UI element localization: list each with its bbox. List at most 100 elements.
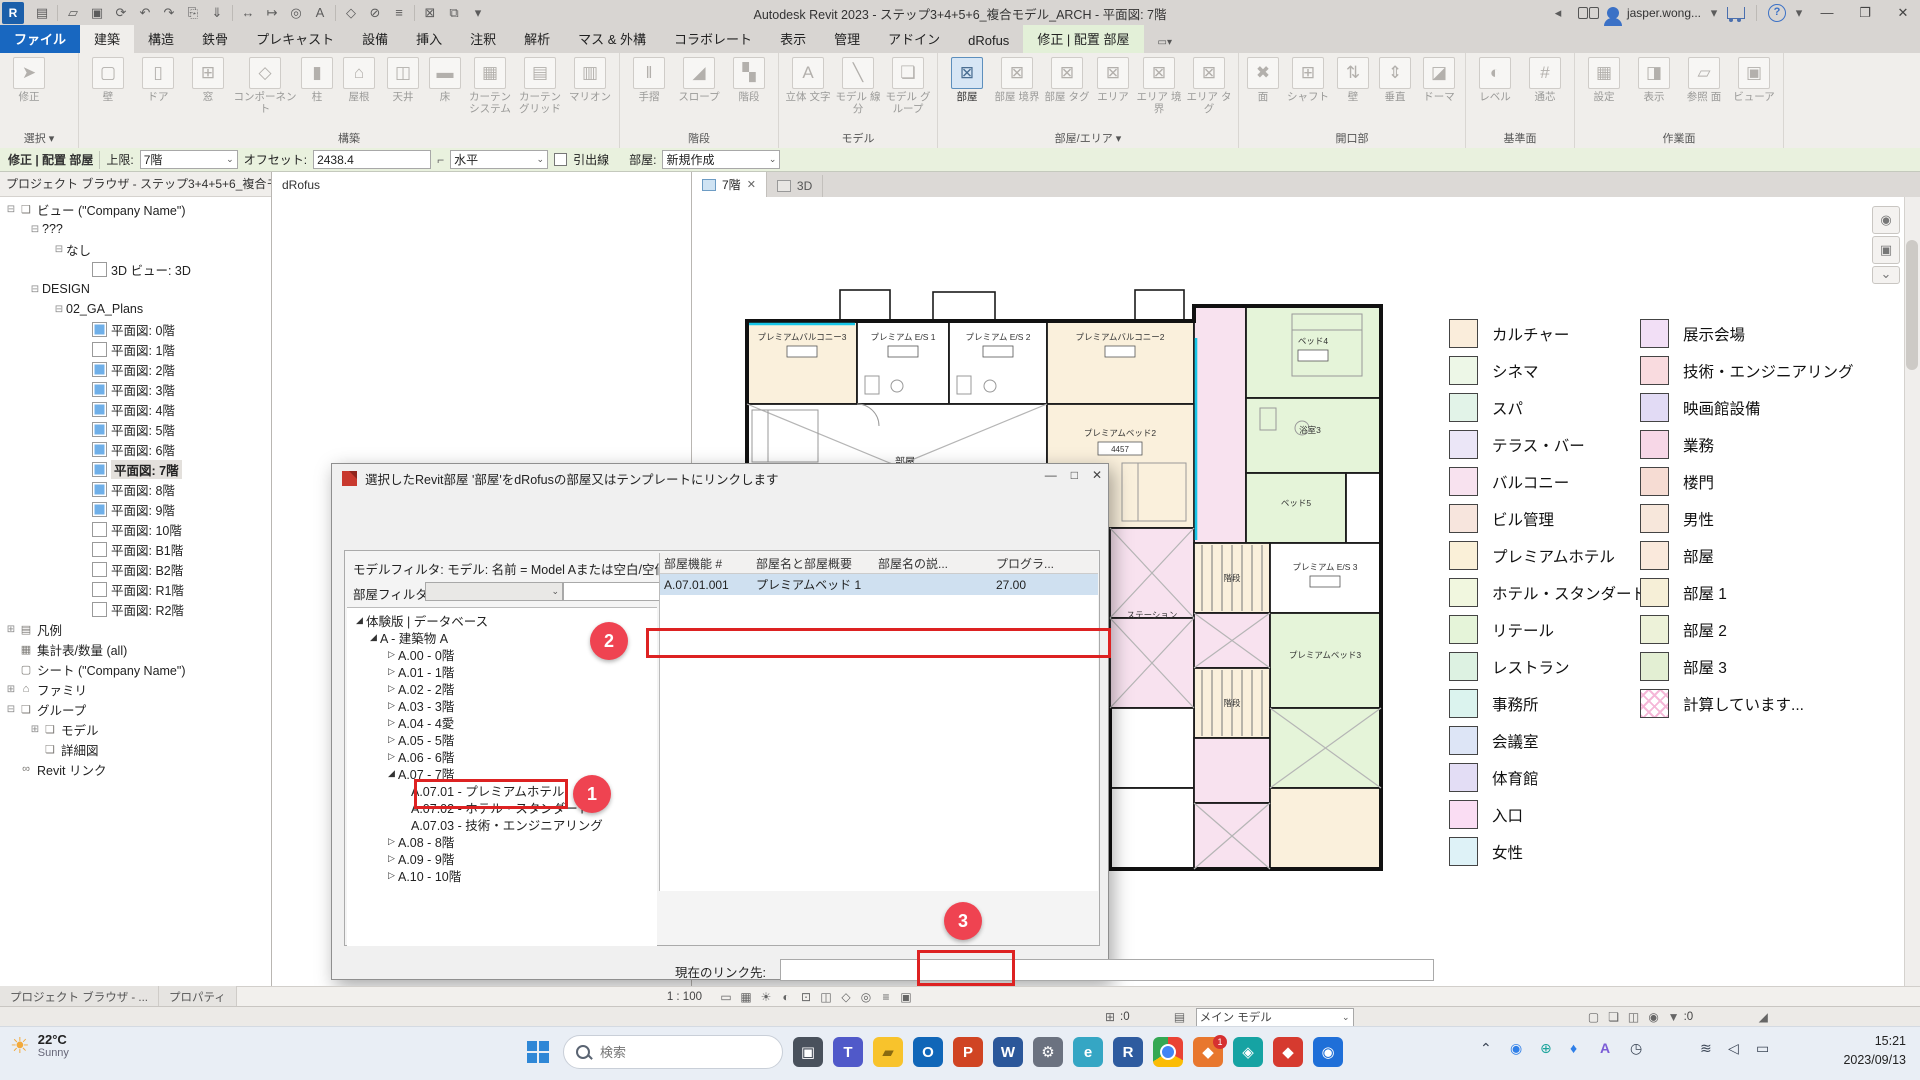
- browser-item-plan-3[interactable]: 平面図: 3階: [0, 379, 271, 399]
- model-text-button[interactable]: A立体 文字: [783, 55, 833, 130]
- help-icon[interactable]: ?: [1768, 4, 1786, 22]
- taskbar-app-icon-11[interactable]: ◈: [1233, 1037, 1263, 1067]
- save-icon[interactable]: ▣: [85, 3, 109, 23]
- browser-item-plan-b1[interactable]: 平面図: B1階: [0, 539, 271, 559]
- tab-systems[interactable]: 設備: [348, 25, 402, 53]
- expand-icon[interactable]: ⊞: [4, 624, 18, 635]
- column-button[interactable]: ▮柱: [297, 55, 337, 130]
- wall-opening-button[interactable]: ⇅壁: [1333, 55, 1373, 130]
- room-select[interactable]: 新規作成⌄: [662, 150, 780, 169]
- panel-label-select[interactable]: 選択 ▾: [4, 130, 74, 148]
- redo-icon[interactable]: ↷: [157, 3, 181, 23]
- tree-item[interactable]: ▷A.06 - 6階: [351, 748, 657, 765]
- offset-input[interactable]: 2438.4: [313, 150, 431, 169]
- taskbar-app-icon-13[interactable]: ◉: [1313, 1037, 1343, 1067]
- viewer-button[interactable]: ▣ビューア: [1729, 55, 1779, 130]
- close-hidden-windows-icon[interactable]: ⊠: [418, 3, 442, 23]
- taskbar-app-icon-chrome[interactable]: [1153, 1037, 1183, 1067]
- taskbar-search[interactable]: [563, 1035, 783, 1069]
- view-tab-3d[interactable]: 3D: [767, 175, 823, 197]
- wall-button[interactable]: ▢壁: [83, 55, 133, 130]
- model-line-button[interactable]: ╲モデル 線分: [833, 55, 883, 130]
- browser-item[interactable]: ⊟???: [0, 219, 271, 239]
- railing-button[interactable]: ‖手摺: [624, 55, 674, 130]
- expand-icon[interactable]: ⊞: [4, 684, 18, 695]
- view-scale[interactable]: 1 : 100: [667, 991, 702, 1003]
- close-view-icon[interactable]: ✕: [747, 178, 756, 191]
- taskbar-app-icon-1[interactable]: ▣: [793, 1037, 823, 1067]
- browser-item-model-groups[interactable]: ⊞❏モデル: [0, 719, 271, 739]
- tree-item[interactable]: A.07.03 - 技術・エンジニアリング: [351, 816, 657, 833]
- project-browser-header[interactable]: プロジェクト ブラウザ - ステップ3+4+5+6_複合モデ...: [0, 172, 271, 197]
- measure-icon[interactable]: ↔: [236, 3, 260, 23]
- scrollbar-thumb[interactable]: [1906, 240, 1918, 370]
- tray-microphone-icon[interactable]: ♦: [1570, 1040, 1577, 1056]
- analytical-model-icon[interactable]: ≡: [876, 990, 896, 1004]
- default-3d-view-icon[interactable]: ◇: [339, 3, 363, 23]
- browser-item-families[interactable]: ⊞⌂ファミリ: [0, 679, 271, 699]
- ramp-button[interactable]: ◢スロープ: [674, 55, 724, 130]
- stair-button[interactable]: ▚階段: [724, 55, 774, 130]
- tree-item[interactable]: ▷A.08 - 8階: [351, 833, 657, 850]
- undo-icon[interactable]: ↶: [133, 3, 157, 23]
- mullion-button[interactable]: ▥マリオン: [565, 55, 615, 130]
- tab-addins[interactable]: アドイン: [874, 25, 954, 53]
- table-row-selected[interactable]: A.07.01.001 プレミアムベッド 1 27.00: [660, 574, 1098, 595]
- browser-item-plan-1[interactable]: 平面図: 1階: [0, 339, 271, 359]
- browser-item-plan-9[interactable]: 平面図: 9階: [0, 499, 271, 519]
- switch-windows-icon[interactable]: ⧉: [442, 3, 466, 23]
- design-options-icon[interactable]: ▤: [1170, 1010, 1190, 1024]
- collapse-icon[interactable]: ⊟: [52, 244, 66, 255]
- select-underlay-icon[interactable]: ◫: [1624, 1010, 1644, 1024]
- search-icon[interactable]: [1578, 7, 1599, 19]
- tree-item[interactable]: ▷A.05 - 5階: [351, 731, 657, 748]
- print-icon[interactable]: ⎘: [181, 3, 205, 23]
- browser-item-revit-links[interactable]: ∞Revit リンク: [0, 759, 271, 779]
- shadows-icon[interactable]: ◐: [776, 990, 796, 1004]
- grid-button[interactable]: #通芯: [1520, 55, 1570, 130]
- file-menu-icon[interactable]: ▤: [30, 3, 54, 23]
- browser-item-plan-8[interactable]: 平面図: 8階: [0, 479, 271, 499]
- export-pdf-icon[interactable]: ⇓: [205, 3, 229, 23]
- door-button[interactable]: ▯ドア: [133, 55, 183, 130]
- level-button[interactable]: ◐レベル: [1470, 55, 1520, 130]
- edit-linked-icon[interactable]: ❏: [1604, 1010, 1624, 1024]
- close-button[interactable]: ✕: [1888, 2, 1918, 24]
- tag-icon[interactable]: ◎: [284, 3, 308, 23]
- tree-item[interactable]: ▷A.09 - 9階: [351, 850, 657, 867]
- curtain-system-button[interactable]: ▦カーテン システム: [465, 55, 515, 130]
- taskbar-app-icon-settings[interactable]: ⚙: [1033, 1037, 1063, 1067]
- battery-icon[interactable]: ▭: [1756, 1040, 1769, 1057]
- navbar-collapse-icon[interactable]: ⌄: [1872, 266, 1900, 284]
- browser-item-plan-4[interactable]: 平面図: 4階: [0, 399, 271, 419]
- browser-item-plan-r2[interactable]: 平面図: R2階: [0, 599, 271, 619]
- tab-architecture[interactable]: 建築: [80, 25, 134, 53]
- leader-checkbox[interactable]: [554, 153, 567, 166]
- roof-button[interactable]: ⌂屋根: [337, 55, 381, 130]
- modify-button[interactable]: ➤修正: [4, 55, 54, 130]
- upper-limit-select[interactable]: 7階⌄: [140, 150, 238, 169]
- sync-icon[interactable]: ⟳: [109, 3, 133, 23]
- view-tab-7f[interactable]: 7階 ✕: [692, 172, 767, 197]
- properties-bottom-tab[interactable]: プロパティ: [159, 986, 237, 1008]
- room-filter-select[interactable]: ⌄: [425, 582, 563, 601]
- current-link-input[interactable]: [780, 959, 1434, 981]
- dormer-opening-button[interactable]: ◪ドーマ: [1417, 55, 1461, 130]
- tab-structure[interactable]: 構造: [134, 25, 188, 53]
- collapse-icon[interactable]: ⊟: [52, 304, 66, 315]
- tray-globe-icon[interactable]: ⊕: [1540, 1040, 1552, 1057]
- customize-qat-icon[interactable]: ▾: [466, 3, 490, 23]
- tray-expand-icon[interactable]: ⌃: [1480, 1040, 1492, 1057]
- project-browser-bottom-tab[interactable]: プロジェクト ブラウザ - ...: [0, 986, 159, 1008]
- taskbar-app-icon-12[interactable]: ◆: [1273, 1037, 1303, 1067]
- tab-insert[interactable]: 挿入: [402, 25, 456, 53]
- component-button[interactable]: ◇コンポーネント: [233, 55, 297, 130]
- filter-icon[interactable]: ▼: [1664, 1010, 1684, 1024]
- dialog-maximize-button[interactable]: □: [1071, 468, 1078, 482]
- tree-item[interactable]: ▷A.01 - 1階: [351, 663, 657, 680]
- panel-label-room-area[interactable]: 部屋/エリア ▾: [942, 130, 1234, 148]
- restore-button[interactable]: ❐: [1850, 2, 1880, 24]
- taskbar-app-icon-powerpoint[interactable]: P: [953, 1037, 983, 1067]
- dialog-close-button[interactable]: ✕: [1092, 468, 1102, 482]
- browser-item-plan-r1[interactable]: 平面図: R1階: [0, 579, 271, 599]
